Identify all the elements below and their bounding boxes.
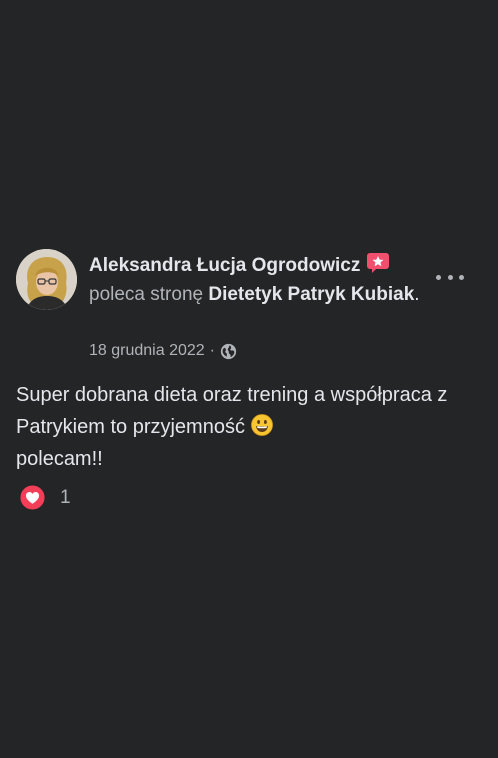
author-avatar[interactable] [16, 249, 77, 310]
reactions-summary[interactable]: 1 [19, 484, 71, 511]
star-badge-icon[interactable] [366, 253, 390, 273]
post-header: Aleksandra Łucja Ogrodowicz poleca stron… [89, 251, 429, 309]
recommends-text: poleca stronę [89, 284, 204, 305]
globe-icon [220, 343, 237, 359]
more-options-icon[interactable] [436, 267, 464, 287]
post-date[interactable]: 18 grudnia 2022 [89, 342, 205, 360]
post-meta: 18 grudnia 2022 · [89, 342, 237, 360]
author-name[interactable]: Aleksandra Łucja Ogrodowicz [89, 255, 360, 276]
page-name-link[interactable]: Dietetyk Patryk Kubiak [208, 284, 414, 305]
post-body-line1: Super dobrana dieta oraz trening a współ… [16, 384, 448, 438]
reaction-count: 1 [60, 486, 71, 508]
post-body: Super dobrana dieta oraz trening a współ… [16, 379, 476, 475]
post-body-line2: polecam!! [16, 448, 103, 470]
meta-separator: · [209, 342, 215, 359]
love-reaction-icon [19, 484, 46, 511]
grinning-face-emoji [250, 414, 273, 436]
page-suffix: . [414, 284, 420, 305]
